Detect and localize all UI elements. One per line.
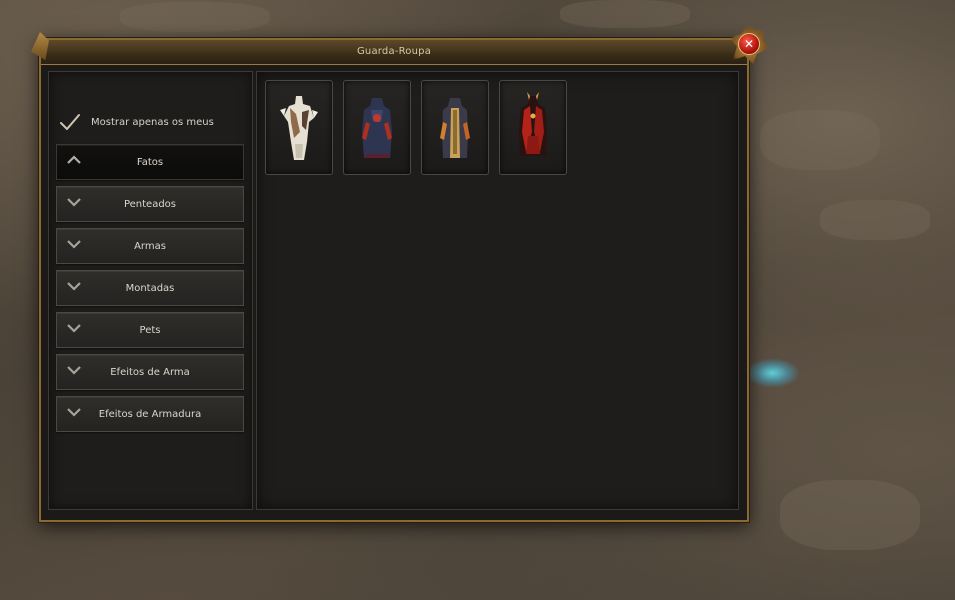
teleport-glow (745, 358, 800, 388)
chevron-down-icon (67, 324, 81, 333)
item-slot[interactable] (343, 80, 411, 175)
category-fatos[interactable]: Fatos (56, 144, 244, 180)
ground-stone (780, 480, 920, 550)
category-armas[interactable]: Armas (56, 228, 244, 264)
owned-only-checkbox[interactable]: Mostrar apenas os meus (59, 112, 244, 132)
category-efeitos-de-arma[interactable]: Efeitos de Arma (56, 354, 244, 390)
ground-stone (120, 2, 270, 32)
category-pets[interactable]: Pets (56, 312, 244, 348)
chevron-down-icon (67, 198, 81, 207)
close-button[interactable]: ✕ (729, 24, 769, 64)
checkmark-icon (60, 114, 80, 130)
item-slot[interactable] (499, 80, 567, 175)
close-icon: ✕ (738, 33, 760, 55)
category-penteados[interactable]: Penteados (56, 186, 244, 222)
items-grid (265, 80, 567, 175)
ground-stone (760, 110, 880, 170)
ground-stone (560, 0, 690, 28)
category-efeitos-de-armadura[interactable]: Efeitos de Armadura (56, 396, 244, 432)
category-label: Pets (139, 324, 161, 336)
category-label: Efeitos de Armadura (98, 408, 202, 420)
category-panel: Mostrar apenas os meus Fatos Penteados A… (48, 71, 253, 510)
white-armor-costume-icon (280, 95, 318, 160)
chevron-down-icon (67, 408, 81, 417)
item-slot[interactable] (421, 80, 489, 175)
category-montadas[interactable]: Montadas (56, 270, 244, 306)
window-title: Guarda-Roupa (356, 46, 432, 57)
red-demon-costume-icon (519, 91, 547, 156)
chevron-down-icon (67, 282, 81, 291)
category-label: Montadas (125, 282, 175, 294)
category-label: Penteados (123, 198, 177, 210)
category-list: Fatos Penteados Armas Montadas Pets Efei… (56, 144, 244, 438)
items-panel (256, 71, 739, 510)
chevron-up-icon (67, 155, 81, 164)
ground-stone (820, 200, 930, 240)
owned-only-label: Mostrar apenas os meus (91, 116, 214, 128)
category-label: Armas (134, 240, 166, 252)
chevron-down-icon (67, 240, 81, 249)
window-titlebar[interactable]: Guarda-Roupa (41, 40, 747, 65)
category-label: Fatos (136, 156, 164, 168)
brown-robe-costume-icon (440, 97, 470, 158)
item-slot[interactable] (265, 80, 333, 175)
wardrobe-window: Guarda-Roupa ✕ Mostrar apenas os meus Fa… (31, 24, 769, 522)
category-label: Efeitos de Arma (110, 366, 190, 378)
chevron-down-icon (67, 366, 81, 375)
dark-blue-robe-costume-icon (362, 97, 392, 158)
